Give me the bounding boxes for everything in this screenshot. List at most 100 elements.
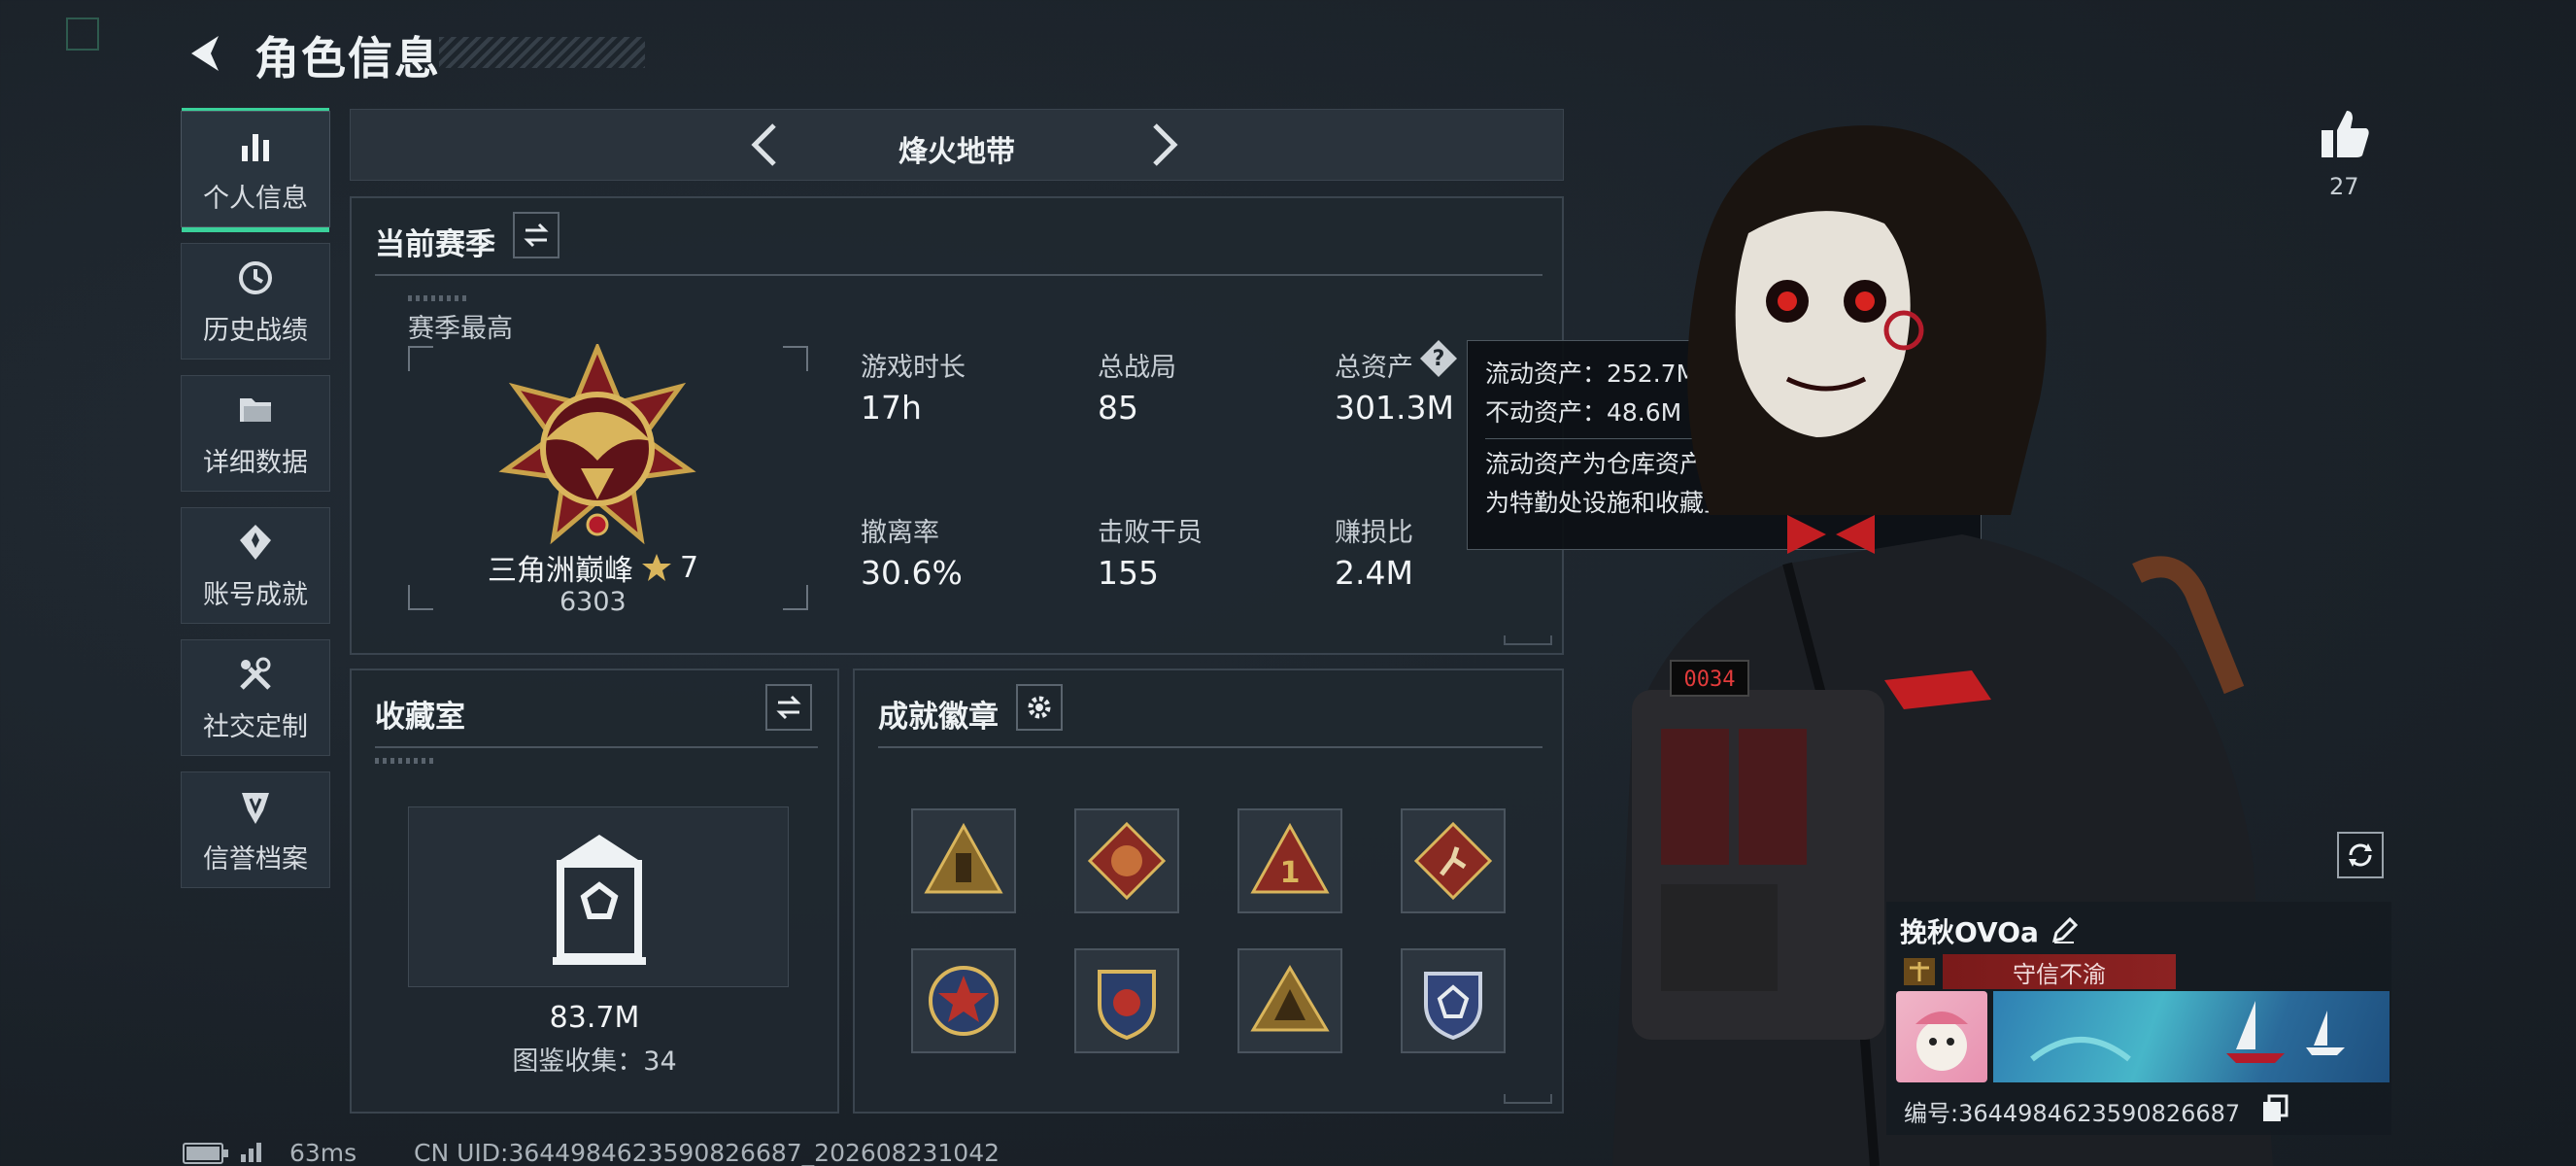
player-id: 编号:3644984623590826687 — [1904, 1100, 2241, 1127]
sidebar-item-profile[interactable]: 个人信息 — [181, 108, 330, 232]
achievement-settings-button[interactable] — [1016, 684, 1063, 731]
sidebar-item-label: 账号成就 — [203, 579, 308, 610]
stat-value-extract-rate: 30.6% — [861, 554, 963, 592]
stat-label-playtime: 游戏时长 — [861, 353, 966, 383]
achievement-badge[interactable] — [1401, 948, 1506, 1053]
like-button[interactable] — [2318, 107, 2372, 165]
gear-icon — [1028, 696, 1051, 719]
achievement-icon — [240, 524, 271, 560]
avatar[interactable] — [1896, 991, 1987, 1082]
collection-title: 收藏室 — [375, 700, 465, 735]
sidebar-item-credit[interactable]: 信誉档案 — [181, 772, 330, 888]
sidebar-item-details[interactable]: 详细数据 — [181, 375, 330, 492]
frame-corner — [408, 346, 433, 371]
vault-icon — [553, 835, 646, 965]
achievement-badge[interactable] — [911, 948, 1016, 1053]
stat-label-profit-ratio: 赚损比 — [1335, 518, 1413, 548]
mode-selector: 烽火地带 — [350, 109, 1564, 181]
profile-card: 挽秋OVOa 守信不渝 编号:3644984623590826687 — [1886, 902, 2391, 1135]
footer-uid: CN UID:3644984623590826687_202608231042 — [414, 1139, 1000, 1166]
honor-title: 守信不渝 — [1943, 954, 2176, 989]
sidebar-item-label: 信誉档案 — [203, 843, 308, 874]
collection-preview[interactable] — [408, 806, 789, 987]
sidebar-item-label: 社交定制 — [203, 711, 308, 742]
folder-icon — [240, 397, 271, 422]
stat-value-matches: 85 — [1098, 389, 1138, 427]
corner-decor — [1504, 635, 1552, 645]
badge-pyramid-icon — [1250, 965, 1330, 1032]
nickname-row: 挽秋OVOa — [1900, 911, 2078, 950]
sidebar-item-label: 详细数据 — [203, 447, 308, 478]
sidebar-item-social[interactable]: 社交定制 — [181, 639, 330, 756]
stat-value-playtime: 17h — [861, 389, 922, 427]
achievement-badge[interactable] — [911, 808, 1016, 913]
pet-avatar-icon — [1915, 1012, 1968, 1071]
collection-value: 83.7M — [549, 1001, 640, 1035]
switch-season-button[interactable] — [513, 212, 559, 258]
stat-label-kills: 击败干员 — [1098, 518, 1203, 548]
question-icon: ? — [1432, 346, 1445, 371]
swap-icon — [776, 695, 801, 720]
badge-number-one-icon: 1 — [1250, 822, 1330, 894]
tools-icon — [240, 657, 271, 690]
collection-panel: 收藏室 83.7M 图鉴收集：34 — [350, 669, 839, 1114]
stat-label-matches: 总战局 — [1098, 353, 1176, 383]
edit-pencil-icon[interactable] — [2051, 917, 2078, 944]
achievement-badge[interactable] — [1074, 808, 1179, 913]
chevron-right-icon — [1153, 123, 1178, 166]
signal-icon — [241, 1143, 261, 1162]
sidebar-item-label: 历史战绩 — [203, 315, 308, 346]
achievement-badge[interactable] — [1237, 948, 1342, 1053]
next-mode-button[interactable] — [1135, 118, 1190, 176]
stat-label-assets: 总资产 — [1335, 353, 1413, 383]
corner-marker — [66, 17, 99, 51]
corner-decor — [1504, 1094, 1552, 1104]
badge-star-emblem-icon — [929, 966, 999, 1036]
achievement-badge[interactable] — [1074, 948, 1179, 1053]
title-decoration — [439, 37, 645, 68]
back-button[interactable] — [183, 29, 231, 78]
assets-help-button[interactable]: ? — [1420, 340, 1457, 377]
copy-id-button[interactable] — [2261, 1094, 2288, 1127]
bar-chart-icon — [242, 133, 269, 161]
rotate-model-button[interactable] — [2337, 832, 2384, 878]
stat-value-profit-ratio: 2.4M — [1335, 554, 1413, 592]
sidebar-item-history[interactable]: 历史战绩 — [181, 243, 330, 360]
like-count: 27 — [2329, 173, 2359, 200]
ping-text: 63ms — [289, 1139, 357, 1166]
divider — [878, 746, 1542, 748]
stat-value-assets: 301.3M — [1335, 389, 1454, 427]
achievement-panel: 成就徽章 1 — [853, 669, 1564, 1114]
divider — [375, 746, 818, 748]
decor-dash — [408, 295, 466, 301]
stat-label-extract-rate: 撤离率 — [861, 518, 939, 548]
scales-icon — [1904, 958, 1935, 985]
achievement-badge[interactable]: 1 — [1237, 808, 1342, 913]
season-title: 当前赛季 — [375, 227, 495, 262]
badge-crest-icon — [1424, 972, 1482, 1041]
season-panel: 当前赛季 赛季最高 三角洲巅峰 7 6303 游戏时长 17h 总战局 85 总… — [350, 196, 1564, 655]
frame-corner — [408, 585, 433, 610]
rank-points: 6303 — [559, 587, 627, 617]
profile-banner[interactable] — [1993, 991, 2390, 1082]
collection-count: 图鉴收集：34 — [512, 1046, 677, 1077]
nickname: 挽秋OVOa — [1900, 916, 2039, 948]
badge-shield-emblem-icon — [1098, 970, 1156, 1041]
star-icon — [642, 554, 671, 581]
copy-icon — [2263, 1094, 2288, 1121]
switch-collection-button[interactable] — [765, 684, 812, 731]
frame-corner — [783, 346, 808, 371]
rank-stars: 7 — [680, 550, 699, 585]
achievement-title: 成就徽章 — [878, 700, 999, 735]
back-arrow-icon — [191, 36, 219, 71]
refresh-icon — [2349, 843, 2372, 867]
sidebar-item-achievements[interactable]: 账号成就 — [181, 507, 330, 624]
rank-emblem-icon — [498, 344, 696, 545]
sidebar-item-label: 个人信息 — [203, 183, 308, 214]
achievement-badge[interactable] — [1401, 808, 1506, 913]
page-title: 角色信息 — [254, 32, 441, 85]
mode-name: 烽火地带 — [898, 135, 1015, 169]
credit-shield-icon — [242, 792, 269, 824]
rank-name: 三角洲巅峰 — [488, 554, 633, 588]
frame-corner — [783, 585, 808, 610]
